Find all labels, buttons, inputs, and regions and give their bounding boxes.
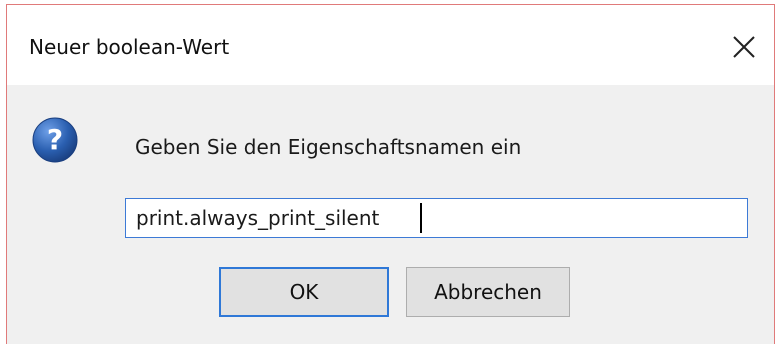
- dialog-body: ? Geben Sie den Eigenschaftsnamen ein OK…: [7, 85, 774, 344]
- close-icon: [733, 36, 755, 58]
- screen: Neuer boolean-Wert ? Geben Sie den Eigen…: [0, 0, 783, 344]
- svg-text:?: ?: [47, 123, 63, 156]
- new-boolean-dialog: Neuer boolean-Wert ? Geben Sie den Eigen…: [6, 4, 775, 344]
- dialog-title: Neuer boolean-Wert: [29, 35, 230, 59]
- title-bar: Neuer boolean-Wert: [7, 5, 774, 85]
- ok-button[interactable]: OK: [219, 267, 389, 317]
- property-name-input[interactable]: [125, 198, 748, 238]
- prompt-label: Geben Sie den Eigenschaftsnamen ein: [135, 135, 522, 159]
- question-icon: ?: [32, 117, 78, 163]
- cancel-button[interactable]: Abbrechen: [406, 267, 570, 317]
- close-button[interactable]: [724, 27, 764, 67]
- text-caret: [420, 203, 422, 233]
